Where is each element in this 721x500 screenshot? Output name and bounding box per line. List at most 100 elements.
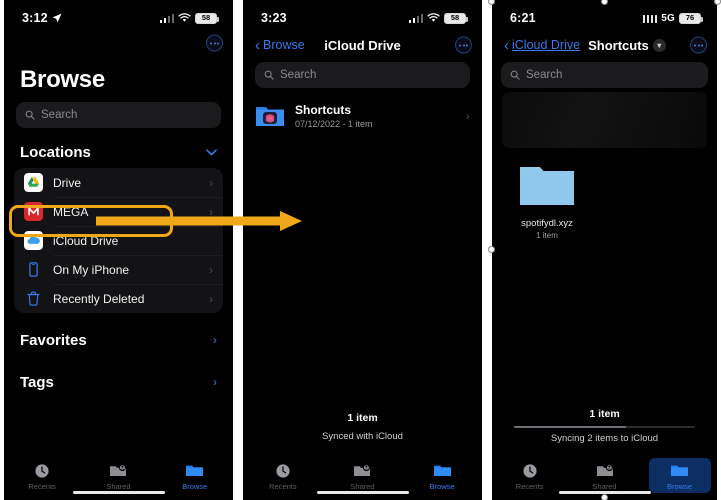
phone-screen-icloud-drive: 3:23 58 ‹ Browse iCloud Drive Search Sho… <box>243 0 482 500</box>
favorites-label: Favorites <box>20 331 87 349</box>
wifi-icon <box>178 13 191 22</box>
back-button[interactable]: ‹ iCloud Drive <box>504 38 580 53</box>
network-label: 5G <box>661 12 675 24</box>
chevron-left-icon: ‹ <box>255 36 260 54</box>
page-title: Shortcuts <box>588 37 649 53</box>
search-input[interactable]: Search <box>255 62 470 88</box>
iphone-icon <box>29 262 38 277</box>
sidebar-item-on-my-iphone[interactable]: On My iPhone › <box>14 255 223 284</box>
list-item-meta: Shortcuts 07/12/2022 - 1 item <box>295 103 456 129</box>
locations-section-header[interactable]: Locations <box>4 138 233 168</box>
status-time: 3:23 <box>261 11 287 25</box>
locations-label: Locations <box>20 144 91 161</box>
shared-folder-icon <box>574 461 636 480</box>
search-placeholder: Search <box>280 69 317 81</box>
status-time-group: 3:23 <box>261 11 287 25</box>
battery-indicator: 58 <box>195 12 219 24</box>
file-grid: spotifydl.xyz 1 item <box>492 148 717 240</box>
folder-icon <box>411 461 473 480</box>
signal-bars-icon <box>408 13 423 23</box>
status-time-group: 3:12 <box>22 11 62 25</box>
grid-item[interactable]: spotifydl.xyz 1 item <box>510 164 584 240</box>
sidebar-item-label: On My iPhone <box>53 262 130 277</box>
sidebar-item-tags[interactable]: Tags › <box>4 367 233 397</box>
back-button[interactable]: ‹ Browse <box>255 38 305 53</box>
selection-handle[interactable] <box>714 0 721 5</box>
tab-recents[interactable]: Recents <box>252 458 314 493</box>
sync-progress-bar <box>514 426 695 428</box>
nav-bar <box>4 28 233 58</box>
selection-handle[interactable] <box>601 494 608 500</box>
sidebar-item-label: Recently Deleted <box>53 291 145 306</box>
status-time: 3:12 <box>22 11 48 25</box>
tags-label: Tags <box>20 373 54 391</box>
sidebar-item-favorites[interactable]: Favorites › <box>4 325 233 355</box>
battery-level: 76 <box>685 13 695 23</box>
folder-icon <box>649 461 711 480</box>
folder-icon <box>164 461 226 480</box>
selection-handle[interactable] <box>488 246 495 253</box>
mega-icon <box>24 202 43 221</box>
chevron-right-icon: › <box>466 109 470 123</box>
battery-indicator: 76 <box>679 12 703 24</box>
tab-shared[interactable]: Shared <box>331 458 393 493</box>
folder-icon <box>520 167 574 205</box>
clock-icon <box>499 461 561 480</box>
battery-level: 58 <box>201 13 211 23</box>
chevron-right-icon: › <box>209 262 213 277</box>
signal-dots-icon <box>642 14 658 23</box>
list-item-subtitle: 07/12/2022 - 1 item <box>295 119 373 129</box>
tab-recents[interactable]: Recents <box>499 458 561 493</box>
home-indicator[interactable] <box>316 490 409 494</box>
shared-folder-icon <box>87 461 149 480</box>
tab-label: Recents <box>515 482 544 491</box>
page-title-group[interactable]: Shortcuts ▾ <box>588 38 666 53</box>
banner-area <box>502 92 707 148</box>
chevron-down-icon[interactable] <box>206 149 217 156</box>
search-input[interactable]: Search <box>501 62 708 88</box>
chevron-left-icon: ‹ <box>504 36 509 54</box>
chevron-right-icon: › <box>209 175 213 190</box>
home-indicator[interactable] <box>72 490 165 494</box>
signal-bars-icon <box>159 13 174 23</box>
tab-recents[interactable]: Recents <box>11 458 73 493</box>
chevron-right-icon: › <box>209 291 213 306</box>
nav-bar: ‹ Browse iCloud Drive <box>243 28 482 62</box>
sidebar-item-recently-deleted[interactable]: Recently Deleted › <box>14 284 223 313</box>
more-options-icon[interactable] <box>455 36 472 54</box>
google-drive-icon <box>24 173 43 192</box>
tab-browse[interactable]: Browse <box>648 458 711 493</box>
sidebar-item-drive[interactable]: Drive › <box>14 168 223 197</box>
shared-folder-icon <box>331 461 393 480</box>
more-options-icon[interactable] <box>206 34 223 52</box>
chevron-down-icon[interactable]: ▾ <box>652 38 666 52</box>
search-input[interactable]: Search <box>16 102 221 128</box>
item-count: 1 item <box>589 408 620 420</box>
sidebar-item-label: Drive <box>53 175 82 190</box>
status-time: 6:21 <box>510 11 536 25</box>
tab-label: Recents <box>28 482 56 491</box>
icloud-icon <box>24 231 43 250</box>
grid-item-subtitle: 1 item <box>536 231 558 240</box>
tab-bar: Recents Shared Browse <box>243 452 482 500</box>
screenshot-canvas: 3:12 58 Browse Search Locations Drive › … <box>0 0 721 500</box>
search-icon <box>25 110 35 120</box>
wifi-icon <box>427 13 440 22</box>
tab-browse[interactable]: Browse <box>164 458 226 493</box>
more-options-icon[interactable] <box>690 36 707 54</box>
tab-shared[interactable]: Shared <box>87 458 149 493</box>
status-indicators: 58 <box>408 12 468 24</box>
item-count: 1 item <box>347 412 378 424</box>
tab-shared[interactable]: Shared <box>574 458 636 493</box>
tab-bar: Recents Shared Browse <box>492 452 717 500</box>
back-label: Browse <box>263 38 305 52</box>
footer-status: 1 item Synced with iCloud <box>243 412 482 442</box>
status-indicators: 58 <box>159 12 219 24</box>
tab-bar: Recents Shared Browse <box>4 452 233 500</box>
search-placeholder: Search <box>526 69 563 81</box>
list-item[interactable]: Shortcuts 07/12/2022 - 1 item › <box>243 98 482 134</box>
tab-browse[interactable]: Browse <box>411 458 473 493</box>
trash-icon <box>27 291 40 306</box>
status-indicators: 5G 76 <box>642 12 703 24</box>
search-icon <box>510 70 520 80</box>
